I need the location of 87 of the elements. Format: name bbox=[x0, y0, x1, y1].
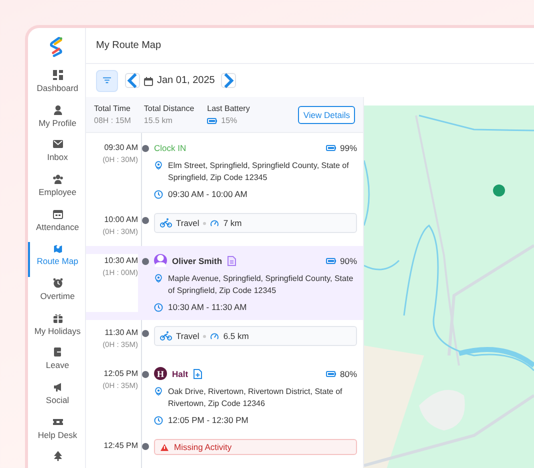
tree-icon[interactable] bbox=[52, 451, 62, 462]
gift-icon bbox=[52, 312, 62, 323]
stat-value: 15% bbox=[221, 116, 238, 125]
view-details-button[interactable]: View Details bbox=[298, 106, 355, 124]
halt-label: Halt bbox=[172, 368, 188, 378]
clock-icon bbox=[154, 303, 163, 312]
location-pin-icon bbox=[154, 274, 163, 283]
travel-label: Travel bbox=[176, 218, 200, 228]
location-pin-icon bbox=[154, 161, 163, 170]
timeline-dot bbox=[142, 443, 149, 450]
person-icon bbox=[52, 104, 62, 114]
document-icon bbox=[227, 256, 236, 266]
mail-icon bbox=[52, 139, 62, 150]
time-range: 10:30 AM - 11:30 AM bbox=[168, 302, 247, 312]
entry-time: 10:00 AM bbox=[104, 215, 138, 224]
chevron-right-icon bbox=[222, 72, 235, 90]
sidebar-item[interactable]: Inbox bbox=[28, 138, 85, 173]
people-icon bbox=[52, 174, 62, 184]
filter-button[interactable] bbox=[96, 70, 118, 92]
sidebar-item[interactable]: Employee bbox=[28, 172, 85, 208]
date-label: Jan 01, 2025 bbox=[157, 75, 215, 86]
clock-icon bbox=[154, 190, 163, 199]
chevron-left-icon bbox=[126, 72, 139, 90]
stat-label: Total Distance bbox=[144, 104, 194, 113]
timeline-dot bbox=[142, 330, 149, 337]
distance-value: 6.5 km bbox=[223, 331, 249, 341]
previous-button[interactable] bbox=[125, 73, 140, 88]
document-icon bbox=[193, 368, 202, 378]
address-text: Elm Street, Springfield, Springfield County, State of Springfield, Zip Code 12345 bbox=[168, 160, 350, 183]
address-text: Maple Avenue, Springfield, Springfield County, State of Springfield, Zip Code 12345 bbox=[168, 273, 354, 296]
sidebar-item[interactable]: Overtime bbox=[28, 276, 85, 312]
sidebar-item[interactable]: Dashboard bbox=[28, 68, 85, 104]
battery-percent: 90% bbox=[340, 256, 357, 266]
visitor-name: Oliver Smith bbox=[172, 256, 222, 266]
timeline-dot bbox=[142, 258, 149, 265]
battery-icon bbox=[207, 118, 218, 124]
sidebar-item[interactable]: Social bbox=[28, 381, 85, 416]
ticket-icon bbox=[52, 416, 62, 427]
stat-label: Last Battery bbox=[207, 104, 250, 113]
entry-time: 09:30 AM bbox=[104, 143, 138, 152]
bicycle-icon bbox=[160, 218, 172, 228]
entry-time: 12:05 PM bbox=[104, 369, 138, 378]
battery-percent: 80% bbox=[340, 368, 357, 378]
timeline-entry[interactable]: 12:45 PM Missing Activity bbox=[86, 433, 363, 455]
app-logo[interactable] bbox=[50, 37, 64, 57]
stat-value: 08H : 15M bbox=[94, 116, 131, 125]
avatar: H bbox=[154, 367, 167, 380]
address-text: Oak Drive, Rivertown, Rivertown District, State of Rivertown, Zip Code 12346 bbox=[168, 386, 344, 409]
calendar-icon bbox=[52, 208, 62, 219]
entry-time: 10:30 AM bbox=[104, 256, 138, 265]
clock-in-label: Clock IN bbox=[154, 142, 186, 152]
battery-icon bbox=[326, 144, 336, 150]
sidebar-item[interactable]: My Profile bbox=[28, 104, 85, 138]
sidebar-item[interactable]: Attendance bbox=[28, 208, 85, 242]
clock-icon bbox=[154, 416, 163, 425]
grid-icon bbox=[52, 70, 62, 80]
sidebar-item[interactable]: My Holidays bbox=[28, 312, 85, 346]
alarm-clock-icon bbox=[52, 278, 62, 288]
timeline-dot bbox=[142, 371, 149, 378]
speedometer-icon bbox=[210, 332, 220, 341]
battery-icon bbox=[326, 370, 336, 376]
next-button[interactable] bbox=[220, 73, 236, 88]
battery-percent: 99% bbox=[340, 142, 357, 152]
sidebar-item[interactable]: Help Desk bbox=[28, 416, 85, 450]
stat-value: 15.5 km bbox=[144, 116, 172, 125]
missing-activity-label: Missing Activity bbox=[174, 442, 232, 452]
time-range: 12:05 PM - 12:30 PM bbox=[168, 415, 248, 425]
time-range: 09:30 AM - 10:00 AM bbox=[168, 189, 248, 199]
filter-icon bbox=[103, 77, 111, 84]
megaphone-icon bbox=[52, 382, 62, 392]
entry-time: 11:30 AM bbox=[104, 328, 138, 337]
location-pin-icon bbox=[154, 387, 163, 396]
page-title: My Route Map bbox=[96, 40, 162, 51]
warning-icon bbox=[160, 443, 169, 452]
speedometer-icon bbox=[210, 219, 220, 228]
entry-time: 12:45 PM bbox=[104, 441, 138, 450]
timeline-dot bbox=[142, 217, 149, 224]
calendar-icon bbox=[144, 76, 153, 86]
bicycle-icon bbox=[160, 331, 172, 341]
timeline-dot bbox=[142, 145, 149, 152]
battery-icon bbox=[326, 258, 336, 264]
avatar bbox=[154, 254, 167, 267]
travel-label: Travel bbox=[176, 331, 200, 341]
distance-value: 7 km bbox=[223, 218, 242, 228]
map-icon bbox=[52, 243, 62, 254]
sidebar-item[interactable]: Leave bbox=[28, 346, 85, 381]
stat-label: Total Time bbox=[94, 104, 131, 113]
